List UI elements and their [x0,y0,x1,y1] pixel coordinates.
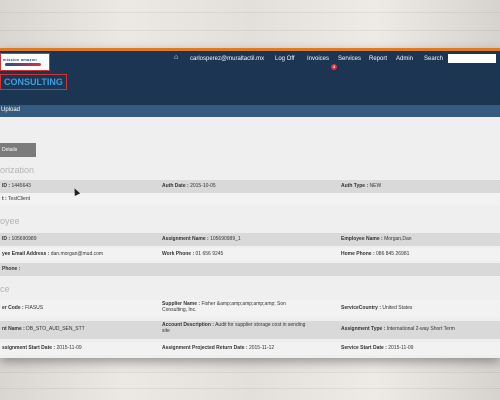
employee-name-value: Morgan,Dan [384,236,412,242]
tab-3[interactable] [108,143,168,157]
employee-row-3: Phone : [0,263,500,276]
auth-date-label: Auth Date : [162,183,189,189]
services-link[interactable]: Services [338,56,361,62]
supplier-code-value: FIASUS [25,305,44,311]
section-supplier-title: ce [0,284,10,294]
logo-text: mission amazon [3,57,37,62]
assignment-start-value: 2015-11-09 [56,345,82,351]
email-value: dan.morgan@mud.com [50,251,104,257]
assignment-start-label: ssignment Start Date : [2,345,56,351]
admin-link[interactable]: Admin [396,56,413,62]
tab-bar: Details [0,143,500,157]
home-phone-value: 086 845 26981 [376,251,410,257]
auth-id-label: ID : [2,183,11,189]
top-header: mission amazon CONSULTING ⌂ carlosperez@… [0,51,500,105]
assignment-name-value: 105690989_1 [210,236,241,242]
service-start-value: 2015-11-09 [388,345,414,351]
auth-id-value: 1445643 [11,183,31,189]
employee-row-2: yee Email Address : dan.morgan@mud.com W… [0,248,500,261]
logo-swoosh-icon [5,63,41,66]
email-label: yee Email Address : [2,251,50,257]
search-label: Search [424,56,444,62]
assignment-type-label: Assignment Type : [341,326,386,332]
app-window: mission amazon CONSULTING ⌂ carlosperez@… [0,48,500,358]
home-icon[interactable]: ⌂ [174,54,178,61]
supplier-row-2: nt Name : DB_STO_AUD_SEN_STT Account Des… [0,321,500,339]
logoff-link[interactable]: Log Off [275,56,295,62]
invoices-link[interactable]: Invoices [307,56,329,62]
work-phone-label: Work Phone : [162,251,195,257]
upload-link[interactable]: Upload [1,107,20,113]
supplier-code-label: er Code : [2,305,24,311]
subnav-bar: Upload [0,105,500,117]
tab-2[interactable] [40,143,100,157]
projected-return-value: 2015-11-12 [248,345,275,351]
employee-name-label: Employee Name : [341,236,383,242]
work-phone-value: 01 656 9245 [195,251,224,257]
projected-return-label: Assignment Projected Return Date : [162,345,248,351]
auth-type-value: NEW [369,183,382,189]
section-authorization-title: orization [0,165,35,175]
employee-row-1: ID : 105690989 Assignment Name : 1056909… [0,233,500,246]
service-country-label: ServiceCountry : [341,305,382,311]
service-country-value: United States [382,305,413,311]
assignment-type-value: International 2-way Short Term [386,326,455,332]
client-value: TestClient [8,196,30,202]
home-phone-label: Home Phone : [341,251,375,257]
logo[interactable]: mission amazon [0,53,50,71]
tab-details[interactable]: Details [0,143,36,157]
report-link[interactable]: Report [369,56,387,62]
invoices-badge: 4 [331,64,337,70]
brand-label: CONSULTING [0,74,67,90]
employee-id-value: 105690989 [11,236,37,242]
auth-type-label: Auth Type : [341,183,369,189]
phone-label: Phone : [2,266,21,272]
section-employee-title: oyee [0,216,20,226]
assignment-name-label: Assignment Name : [162,236,209,242]
user-email-link[interactable]: carlosperez@muraltactil.mx [190,56,264,62]
search-input[interactable] [448,54,496,63]
service-start-label: Service Start Date : [341,345,387,351]
assignment-code-value: DB_STO_AUD_SEN_STT [26,326,85,332]
auth-date-value: 2015-10-05 [190,183,216,189]
assignment-code-label: nt Name : [2,326,25,332]
supplier-row-3: ssignment Start Date : 2015-11-09 Assign… [0,342,500,355]
client-label: t : [2,196,7,202]
supplier-row-1: er Code : FIASUS Supplier Name : Fisher … [0,300,500,318]
employee-id-label: ID : [2,236,11,242]
